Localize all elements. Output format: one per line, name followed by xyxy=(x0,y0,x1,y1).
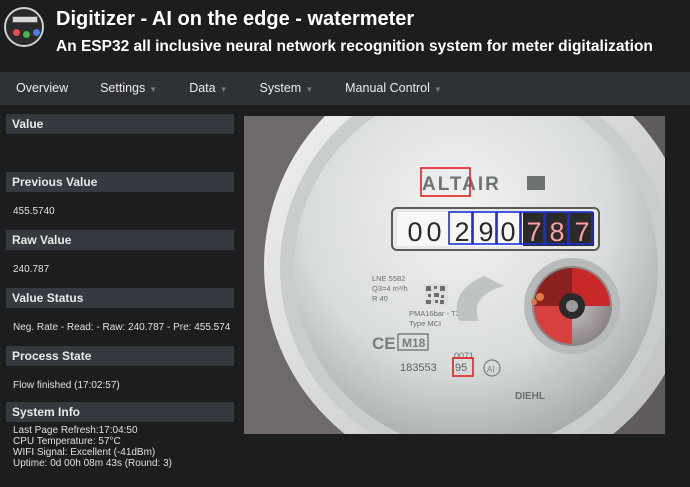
nav-overview[interactable]: Overview xyxy=(0,72,84,105)
nav-label: System xyxy=(259,81,302,95)
value-status-section: Value Status Neg. Rate - Read: - Raw: 24… xyxy=(6,288,234,333)
meter-r-text: R 40 xyxy=(372,294,388,303)
logo-dot-icon xyxy=(23,31,30,38)
digit-wheel-red: 7 xyxy=(526,217,541,247)
section-title: Value Status xyxy=(6,288,234,308)
value-status-text: Neg. Rate - Read: - Raw: 240.787 - Pre: … xyxy=(13,322,231,333)
chevron-down-icon: ▼ xyxy=(305,85,314,94)
serial-prefix: 183553 xyxy=(400,362,437,374)
section-title: System Info xyxy=(6,402,234,422)
digit-wheel-red: 7 xyxy=(574,217,589,247)
digit-wheel-red: 8 xyxy=(549,217,564,247)
process-state-text: Flow finished (17:02:57) xyxy=(13,380,120,391)
serial-suffix: 95 xyxy=(455,362,467,374)
logo-display-icon xyxy=(12,16,38,23)
previous-value-text: 455.5740 xyxy=(13,206,55,217)
section-title: Value xyxy=(6,114,234,134)
previous-value-section: Previous Value 455.5740 xyxy=(6,172,234,217)
nav-data[interactable]: Data ▼ xyxy=(173,72,243,105)
m18-mark: M18 xyxy=(402,336,426,350)
nav-label: Settings xyxy=(100,81,146,95)
meter-camera-image: ALTAIR 0 0 2 9 0 7 8 7 LNE 5582 Q3=4 m³/… xyxy=(244,116,665,434)
ce-mark: CE xyxy=(372,334,396,353)
main-nav: Overview Settings ▼ Data ▼ System ▼ Manual … xyxy=(0,72,690,105)
nav-label: Overview xyxy=(16,81,69,95)
meter-type-text: Type MCI xyxy=(409,319,441,328)
uptime-text: Uptime: 0d 00h 08m 43s (Round: 3) xyxy=(13,458,172,469)
digit-wheel: 0 xyxy=(426,217,441,247)
nav-manual-control[interactable]: Manual Control ▼ xyxy=(329,72,458,105)
meter-photo: ALTAIR 0 0 2 9 0 7 8 7 LNE 5582 Q3=4 m³/… xyxy=(244,116,665,434)
page-title: Digitizer - AI on the edge - watermeter xyxy=(56,8,415,30)
nav-label: Manual Control xyxy=(345,81,430,95)
raw-value-section: Raw Value 240.787 xyxy=(6,230,234,275)
last-refresh-text: Last Page Refresh:17:04:50 xyxy=(13,425,138,436)
raw-value-text: 240.787 xyxy=(13,264,50,275)
value-text xyxy=(6,134,234,172)
digit-wheel: 2 xyxy=(454,217,469,247)
maker-text: DIEHL xyxy=(515,391,545,402)
value-section: Value xyxy=(6,114,234,172)
app-logo xyxy=(4,7,44,47)
digit-wheel: 0 xyxy=(500,217,515,247)
logo-dot-icon xyxy=(13,29,20,36)
system-info-section: System Info Last Page Refresh:17:04:50 C… xyxy=(6,402,234,469)
wifi-signal-text: WIFI Signal: Excellent (-41dBm) xyxy=(13,447,156,458)
chevron-down-icon: ▼ xyxy=(433,85,442,94)
section-title: Raw Value xyxy=(6,230,234,250)
meter-model-text: PMA16bar - T30 xyxy=(409,309,464,318)
digit-wheel: 0 xyxy=(407,217,422,247)
circle-mark: AI xyxy=(487,365,495,374)
chevron-down-icon: ▼ xyxy=(219,85,228,94)
digit-wheel: 9 xyxy=(478,217,493,247)
page-subtitle: An ESP32 all inclusive neural network re… xyxy=(56,38,653,55)
process-state-section: Process State Flow finished (17:02:57) xyxy=(6,346,234,391)
section-title: Previous Value xyxy=(6,172,234,192)
nav-settings[interactable]: Settings ▼ xyxy=(84,72,173,105)
meter-brand-text: ALTAIR xyxy=(422,174,501,195)
section-title: Process State xyxy=(6,346,234,366)
nav-label: Data xyxy=(189,81,216,95)
code-0071: 0071 xyxy=(454,351,474,361)
logo-dot-icon xyxy=(33,29,40,36)
nav-system[interactable]: System ▼ xyxy=(244,72,330,105)
chevron-down-icon: ▼ xyxy=(149,85,158,94)
meter-code-text: LNE 5582 xyxy=(372,274,405,283)
meter-flow-text: Q3=4 m³/h xyxy=(372,284,408,293)
cpu-temperature-text: CPU Temperature: 57°C xyxy=(13,436,121,447)
